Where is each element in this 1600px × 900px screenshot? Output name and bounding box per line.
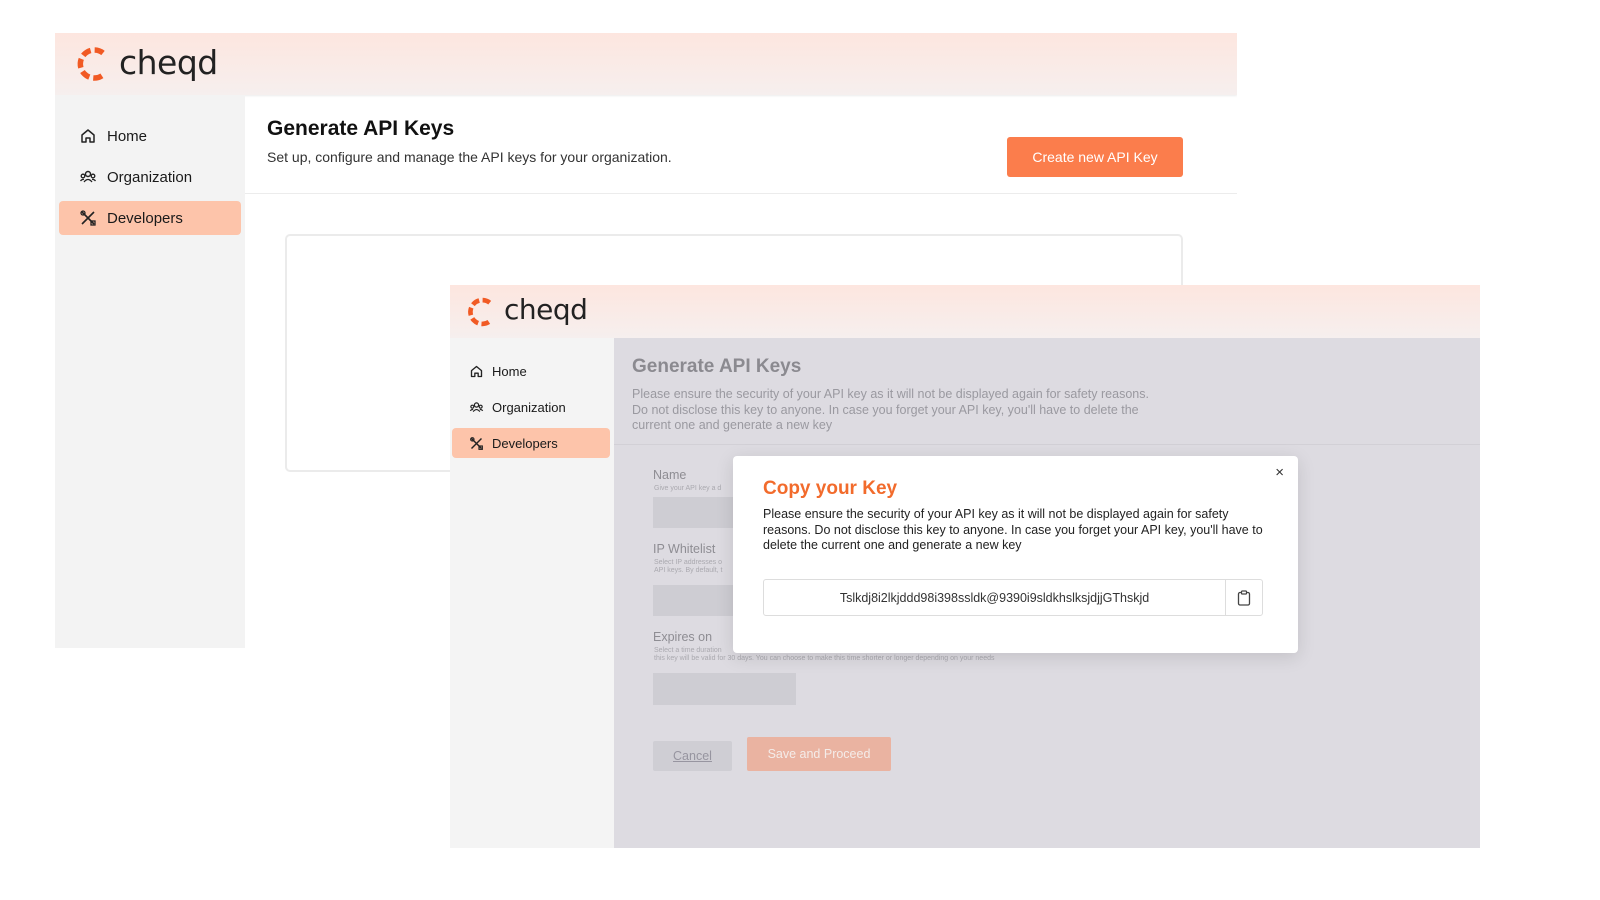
ip-whitelist-label: IP Whitelist (653, 542, 716, 556)
api-key-field[interactable]: Tslkdj8i2lkjddd98i398ssldk@9390i9sldkhsl… (763, 579, 1263, 616)
sidebar-item-label: Developers (107, 209, 183, 227)
home-icon (79, 127, 99, 145)
sidebar-item-label: Organization (107, 168, 193, 186)
sidebar-item-home[interactable]: Home (452, 356, 610, 386)
header-divider (245, 193, 1237, 194)
sidebar-item-developers[interactable]: Developers (59, 201, 241, 235)
sidebar-item-label: Developers (492, 435, 558, 451)
brand-name: cheqd (119, 42, 218, 82)
cheqd-logo-icon (77, 47, 105, 81)
header-divider (614, 444, 1480, 445)
page-header: Generate API Keys Set up, configure and … (267, 117, 672, 165)
organization-icon (79, 168, 99, 186)
close-icon[interactable]: × (1275, 465, 1284, 480)
brand-logo[interactable]: cheqd (73, 42, 218, 84)
page-title: Generate API Keys (632, 356, 802, 377)
developers-tools-icon (79, 209, 99, 227)
expires-on-select[interactable] (653, 673, 796, 705)
cheqd-logo-icon (468, 297, 492, 326)
sidebar-item-label: Organization (492, 399, 566, 415)
page-header: Generate API Keys Please ensure the secu… (632, 356, 1152, 434)
expires-on-hint: this key will be valid for 30 days. You … (654, 655, 995, 662)
top-bar: cheqd (55, 33, 1237, 95)
sidebar-item-developers[interactable]: Developers (452, 428, 610, 458)
api-key-value[interactable]: Tslkdj8i2lkjddd98i398ssldk@9390i9sldkhsl… (764, 591, 1225, 605)
modal-message: Please ensure the security of your API k… (763, 507, 1263, 552)
developers-tools-icon (469, 436, 486, 451)
home-icon (469, 364, 486, 379)
expires-on-label: Expires on (653, 630, 713, 644)
copy-key-button[interactable] (1225, 580, 1262, 615)
brand-name: cheqd (504, 293, 588, 326)
top-bar: cheqd (450, 285, 1480, 338)
sidebar-item-home[interactable]: Home (59, 119, 241, 153)
page-subtitle: Set up, configure and manage the API key… (267, 149, 672, 165)
ip-whitelist-input[interactable] (653, 585, 743, 616)
sidebar: Home Organization Developers (450, 338, 614, 848)
organization-icon (469, 400, 486, 415)
sidebar-item-label: Home (492, 363, 527, 379)
brand-logo[interactable]: cheqd (464, 293, 588, 329)
sidebar-item-organization[interactable]: Organization (59, 160, 241, 194)
page-title: Generate API Keys (267, 117, 455, 140)
sidebar-item-label: Home (107, 127, 148, 145)
sidebar: Home Organization Developers (55, 95, 245, 648)
name-label: Name (653, 468, 687, 482)
clipboard-icon (1237, 589, 1251, 606)
create-api-key-button[interactable]: Create new API Key (1007, 137, 1183, 177)
cancel-button[interactable]: Cancel (653, 741, 732, 771)
name-input[interactable] (653, 497, 743, 528)
sidebar-item-organization[interactable]: Organization (452, 392, 610, 422)
page-subtitle: Please ensure the security of your API k… (632, 387, 1149, 432)
copy-key-modal: × Copy your Key Please ensure the securi… (733, 456, 1298, 653)
save-and-proceed-button[interactable]: Save and Proceed (747, 737, 891, 771)
modal-title: Copy your Key (763, 478, 898, 499)
